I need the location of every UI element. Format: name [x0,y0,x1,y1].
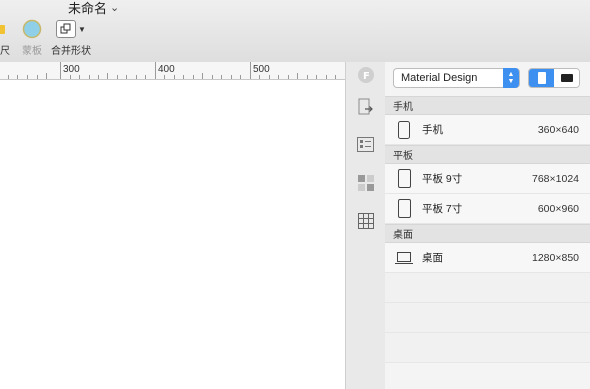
device-name: 平板 9寸 [422,173,463,185]
mask-button[interactable]: 蒙板 [22,18,42,57]
select-arrows-icon: ▲ ▼ [503,68,519,88]
empty-row [385,273,590,303]
device-list: 手机 手机 360×640 平板 平板 9寸 768×1024 平板 7寸 60… [385,96,590,363]
mask-label: 蒙板 [22,46,42,57]
device-size: 1280×850 [531,251,579,264]
document-title-menu[interactable]: 未命名 ⌄ [68,0,119,17]
properties-icon[interactable] [356,135,375,154]
landscape-button[interactable] [554,69,579,87]
grid-icon[interactable] [356,211,375,230]
device-row-tablet-9[interactable]: 平板 9寸 768×1024 [385,164,590,194]
font-icon[interactable]: F [356,65,375,84]
device-preset-panel: Material Design ▲ ▼ 手机 手机 360×640 平板 平板 9… [385,62,590,389]
preset-select[interactable]: Material Design ▲ ▼ [393,68,520,88]
device-row-desktop[interactable]: 桌面 1280×850 [385,243,590,273]
dropdown-caret-icon: ▼ [78,24,86,34]
ruler-mark-300: 300 [63,64,80,75]
device-row-tablet-7[interactable]: 平板 7寸 600×960 [385,194,590,224]
preset-select-value: Material Design [401,72,478,84]
device-name: 桌面 [422,252,443,264]
landscape-icon [560,74,573,82]
export-icon[interactable] [356,97,375,116]
device-row-phone[interactable]: 手机 360×640 [385,115,590,145]
ruler-label: 标尺 [0,46,10,57]
section-header-phone: 手机 [385,96,590,115]
device-name: 手机 [422,124,443,136]
device-size: 360×640 [537,123,579,136]
inspector-tab-strip: F [345,62,386,389]
section-header-desktop: 桌面 [385,224,590,243]
device-name: 平板 7寸 [422,203,463,215]
components-icon[interactable] [356,173,375,192]
svg-text:F: F [363,71,370,82]
empty-row [385,333,590,363]
merge-shapes-label: 合并形状 [51,46,91,57]
toolbar: 未命名 ⌄ 标尺 蒙板 ▼ 合并形状 [0,0,590,63]
ruler-mark-400: 400 [158,64,175,75]
portrait-icon [537,72,546,84]
section-header-tablet: 平板 [385,145,590,164]
laptop-icon [392,251,416,264]
document-title: 未命名 [68,1,108,16]
canvas[interactable] [0,80,345,389]
ruler-mark-500: 500 [253,64,270,75]
device-size: 768×1024 [531,172,579,185]
phone-icon [392,120,416,139]
orientation-toggle [528,68,580,88]
ruler-button[interactable]: 标尺 [0,18,10,57]
portrait-button[interactable] [529,69,554,87]
device-size: 600×960 [537,202,579,215]
folder-icon [0,18,9,40]
tablet-icon [392,199,416,218]
merge-shapes-button[interactable]: ▼ 合并形状 [51,18,91,57]
chevron-down-icon: ⌄ [110,2,120,14]
tablet-icon [392,169,416,188]
empty-row [385,303,590,333]
horizontal-ruler: 300 400 500 [0,62,345,80]
merge-shapes-icon [56,20,77,38]
mask-icon [22,18,42,40]
